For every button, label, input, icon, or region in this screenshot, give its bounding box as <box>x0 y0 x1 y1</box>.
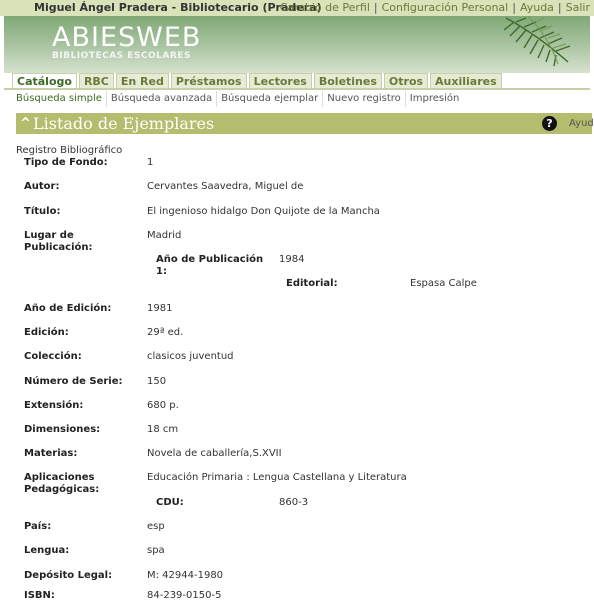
logo-main: ABIESWEB <box>52 22 202 53</box>
top-bar: Miguel Ángel Pradera - Bibliotecario (Pr… <box>0 0 594 16</box>
field-value: 18 cm <box>147 424 179 435</box>
user-name: Miguel Ángel Pradera - Bibliotecario (Pr… <box>34 1 322 14</box>
separator: | <box>557 1 562 14</box>
separator: | <box>373 1 378 14</box>
field-value: 680 p. <box>147 400 179 411</box>
field-label: Lengua: <box>24 545 70 556</box>
field-value: Cervantes Saavedra, Miguel de <box>147 181 304 192</box>
app-header: ABIESWEB BIBLIOTECAS ESCOLARES <box>4 16 590 73</box>
separator: | <box>512 1 516 14</box>
field-label: Depósito Legal: <box>24 570 113 581</box>
subnav-busqueda-avanzada[interactable]: Búsqueda avanzada <box>105 91 216 107</box>
field-value: 1 <box>147 157 154 168</box>
field-value: Educación Primaria : Lengua Castellana y… <box>147 472 407 483</box>
palm-leaf-icon <box>503 16 571 67</box>
field-value: Espasa Calpe <box>410 278 477 289</box>
main-tabs: Catálogo RBC En Red Préstamos Lectores Boleti… <box>12 71 504 90</box>
field-value: 84-239-0150-5 <box>147 590 222 601</box>
subnav-impresion[interactable]: Impresión <box>404 91 464 107</box>
field-label: Lugar de Publicación: <box>24 230 93 253</box>
field-label: Año de Publicación 1: <box>156 254 264 277</box>
field-label: Extensión: <box>24 400 84 411</box>
field-value: 29ª ed. <box>147 327 184 338</box>
field-value: 150 <box>147 376 167 387</box>
help-icon[interactable]: ? <box>542 116 557 131</box>
personal-config-link[interactable]: Configuración Personal <box>382 1 509 14</box>
sub-navigation: Búsqueda simple Búsqueda avanzada Búsqueda… <box>12 91 463 107</box>
page-title: Listado de Ejemplares <box>33 114 215 133</box>
field-label: Tipo de Fondo: <box>24 157 108 168</box>
field-label: CDU: <box>156 497 184 508</box>
field-label: Año de Edición: <box>24 303 112 314</box>
abiesweb-logo[interactable]: ABIESWEB BIBLIOTECAS ESCOLARES <box>52 22 202 62</box>
subnav-busqueda-simple[interactable]: Búsqueda simple <box>12 91 106 107</box>
field-value: Madrid <box>147 230 182 241</box>
field-label: Materias: <box>24 448 78 459</box>
field-value: M: 42944-1980 <box>147 570 224 581</box>
field-label: Número de Serie: <box>24 376 123 387</box>
field-value: El ingenioso hidalgo Don Quijote de la M… <box>147 206 380 217</box>
field-label: Aplicaciones Pedagógicas: <box>24 472 100 495</box>
field-value: clasicos juventud <box>147 351 234 362</box>
change-profile-link[interactable]: Cambio de Perfil <box>280 1 370 14</box>
tab-divider <box>4 88 590 90</box>
top-links: Cambio de Perfil | Configuración Personal |… <box>280 0 590 16</box>
field-value: esp <box>147 521 165 532</box>
field-label: Dimensiones: <box>24 424 101 435</box>
field-label: ISBN: <box>24 590 55 601</box>
field-value: 1981 <box>147 303 173 314</box>
subnav-busqueda-ejemplar[interactable]: Búsqueda ejemplar <box>216 91 322 107</box>
field-value: 860-3 <box>279 497 309 508</box>
subnav-nuevo-registro[interactable]: Nuevo registro <box>322 91 405 107</box>
field-label: Colección: <box>24 351 82 362</box>
record-label: Registro Bibliográfico <box>16 145 123 156</box>
help-link[interactable]: Ayuda <box>520 1 554 14</box>
help-label[interactable]: Ayuda <box>569 113 594 134</box>
field-label: Autor: <box>24 181 60 192</box>
field-label: Título: <box>24 206 61 217</box>
field-value: Novela de caballería,S.XVII <box>147 448 282 459</box>
field-value: spa <box>147 545 165 556</box>
field-label: País: <box>24 521 52 532</box>
logout-link[interactable]: Salir <box>566 1 590 14</box>
caret-up-icon[interactable]: ^ <box>20 116 31 131</box>
field-value: 1984 <box>279 254 305 265</box>
field-label: Edición: <box>24 327 69 338</box>
logo-sub: BIBLIOTECAS ESCOLARES <box>52 51 191 61</box>
field-label: Editorial: <box>286 278 338 289</box>
section-header: ^ Listado de Ejemplares ? Ayuda <box>16 113 594 134</box>
